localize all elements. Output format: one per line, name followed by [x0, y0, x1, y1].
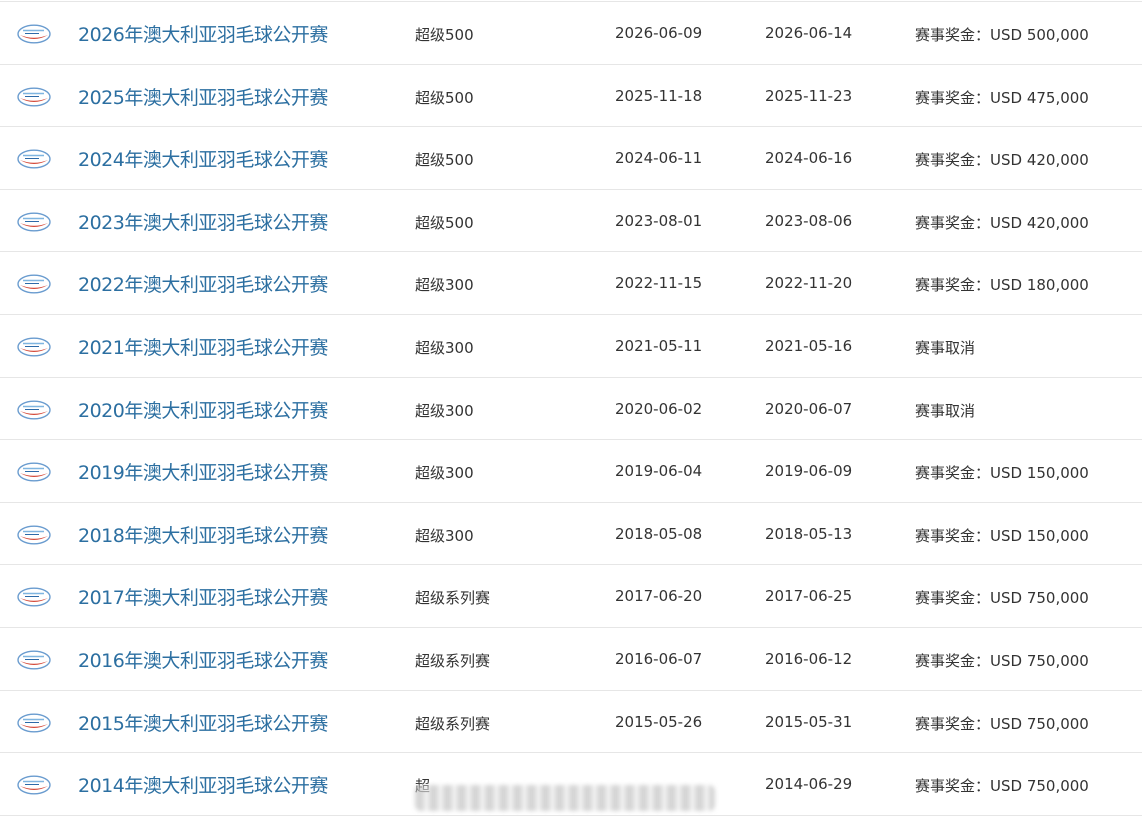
tournament-grade: 超级系列赛 — [415, 651, 491, 670]
tournament-title-link[interactable]: 2014年澳大利亚羽毛球公开赛 — [78, 771, 328, 798]
tournament-title-link[interactable]: 2026年澳大利亚羽毛球公开赛 — [78, 20, 328, 47]
table-row: 2020年澳大利亚羽毛球公开赛 超级300 2020-06-02 2020-06… — [0, 378, 1142, 441]
end-date: 2015-05-31 — [765, 712, 853, 731]
prize-info: 赛事奖金：USD 180,000 — [915, 276, 1089, 295]
tournament-grade: 超级500 — [415, 88, 474, 107]
tournament-grade: 超级系列赛 — [415, 714, 491, 733]
tournament-grade: 超级300 — [415, 464, 474, 483]
tournament-title-link[interactable]: 2021年澳大利亚羽毛球公开赛 — [78, 333, 328, 360]
end-date: 2017-06-25 — [765, 587, 853, 606]
prize-info: 赛事奖金：USD 750,000 — [915, 651, 1089, 670]
end-date: 2019-06-09 — [765, 462, 853, 481]
end-date: 2014-06-29 — [765, 775, 853, 794]
end-date: 2022-11-20 — [765, 274, 853, 293]
prize-info: 赛事奖金：USD 500,000 — [915, 26, 1089, 44]
prize-info: 赛事奖金：USD 750,000 — [915, 589, 1089, 608]
tournament-title-link[interactable]: 2020年澳大利亚羽毛球公开赛 — [78, 396, 328, 423]
start-date: 2025-11-18 — [615, 86, 703, 105]
tournament-logo-icon[interactable] — [17, 337, 51, 357]
tournament-grade: 超级300 — [415, 276, 474, 295]
table-row: 2018年澳大利亚羽毛球公开赛 超级300 2018-05-08 2018-05… — [0, 503, 1142, 566]
end-date: 2020-06-07 — [765, 399, 853, 418]
table-row: 2015年澳大利亚羽毛球公开赛 超级系列赛 2015-05-26 2015-05… — [0, 691, 1142, 754]
end-date: 2016-06-12 — [765, 649, 853, 668]
table-row: 2022年澳大利亚羽毛球公开赛 超级300 2022-11-15 2022-11… — [0, 252, 1142, 315]
prize-info: 赛事奖金：USD 420,000 — [915, 151, 1089, 170]
table-row: 2016年澳大利亚羽毛球公开赛 超级系列赛 2016-06-07 2016-06… — [0, 628, 1142, 691]
prize-info: 赛事奖金：USD 420,000 — [915, 213, 1089, 232]
tournament-logo-icon[interactable] — [17, 462, 51, 482]
start-date: 2016-06-07 — [615, 649, 703, 668]
prize-info: 赛事奖金：USD 750,000 — [915, 777, 1089, 796]
start-date: 2020-06-02 — [615, 399, 703, 418]
end-date: 2018-05-13 — [765, 524, 853, 543]
tournament-title-link[interactable]: 2022年澳大利亚羽毛球公开赛 — [78, 270, 328, 297]
tournament-title-link[interactable]: 2018年澳大利亚羽毛球公开赛 — [78, 521, 328, 548]
start-date: 2024-06-11 — [615, 149, 703, 168]
tournament-logo-icon[interactable] — [17, 274, 51, 294]
tournament-logo-icon[interactable] — [17, 650, 51, 670]
prize-info: 赛事奖金：USD 150,000 — [915, 464, 1089, 483]
prize-info: 赛事取消 — [915, 401, 976, 420]
prize-info: 赛事奖金：USD 475,000 — [915, 88, 1089, 107]
end-date: 2021-05-16 — [765, 336, 853, 355]
tournament-title-link[interactable]: 2024年澳大利亚羽毛球公开赛 — [78, 145, 328, 172]
table-row: 2021年澳大利亚羽毛球公开赛 超级300 2021-05-11 2021-05… — [0, 315, 1142, 378]
tournament-title-link[interactable]: 2023年澳大利亚羽毛球公开赛 — [78, 208, 328, 235]
tournament-grade: 超级300 — [415, 401, 474, 420]
tournament-list: 2026年澳大利亚羽毛球公开赛 超级500 2026-06-09 2026-06… — [0, 1, 1142, 816]
table-row: 2024年澳大利亚羽毛球公开赛 超级500 2024-06-11 2024-06… — [0, 127, 1142, 190]
tournament-title-link[interactable]: 2019年澳大利亚羽毛球公开赛 — [78, 458, 328, 485]
tournament-grade: 超级500 — [415, 26, 474, 44]
tournament-logo-icon[interactable] — [17, 24, 51, 44]
tournament-title-link[interactable]: 2015年澳大利亚羽毛球公开赛 — [78, 709, 328, 736]
tournament-logo-icon[interactable] — [17, 775, 51, 795]
tournament-logo-icon[interactable] — [17, 713, 51, 733]
end-date: 2025-11-23 — [765, 86, 853, 105]
prize-info: 赛事奖金：USD 150,000 — [915, 526, 1089, 545]
prize-info: 赛事取消 — [915, 338, 976, 357]
blurred-watermark-overlay — [415, 785, 715, 811]
tournament-title-link[interactable]: 2016年澳大利亚羽毛球公开赛 — [78, 646, 328, 673]
tournament-grade: 超级300 — [415, 338, 474, 357]
tournament-logo-icon[interactable] — [17, 212, 51, 232]
table-row: 2025年澳大利亚羽毛球公开赛 超级500 2025-11-18 2025-11… — [0, 65, 1142, 128]
end-date: 2024-06-16 — [765, 149, 853, 168]
start-date: 2023-08-01 — [615, 211, 703, 230]
start-date: 2021-05-11 — [615, 336, 703, 355]
tournament-grade: 超级系列赛 — [415, 589, 491, 608]
tournament-logo-icon[interactable] — [17, 525, 51, 545]
table-row: 2023年澳大利亚羽毛球公开赛 超级500 2023-08-01 2023-08… — [0, 190, 1142, 253]
start-date: 2017-06-20 — [615, 587, 703, 606]
end-date: 2023-08-06 — [765, 211, 853, 230]
tournament-logo-icon[interactable] — [17, 400, 51, 420]
start-date: 2019-06-04 — [615, 462, 703, 481]
start-date: 2022-11-15 — [615, 274, 703, 293]
tournament-title-link[interactable]: 2017年澳大利亚羽毛球公开赛 — [78, 583, 328, 610]
tournament-logo-icon[interactable] — [17, 87, 51, 107]
table-row: 2019年澳大利亚羽毛球公开赛 超级300 2019-06-04 2019-06… — [0, 440, 1142, 503]
tournament-title-link[interactable]: 2025年澳大利亚羽毛球公开赛 — [78, 83, 328, 110]
prize-info: 赛事奖金：USD 750,000 — [915, 714, 1089, 733]
tournament-logo-icon[interactable] — [17, 149, 51, 169]
start-date: 2015-05-26 — [615, 712, 703, 731]
start-date: 2018-05-08 — [615, 524, 703, 543]
tournament-grade: 超级500 — [415, 151, 474, 170]
tournament-grade: 超级500 — [415, 213, 474, 232]
tournament-logo-icon[interactable] — [17, 587, 51, 607]
tournament-grade: 超级300 — [415, 526, 474, 545]
start-date: 2026-06-09 — [615, 24, 703, 42]
table-row: 2017年澳大利亚羽毛球公开赛 超级系列赛 2017-06-20 2017-06… — [0, 565, 1142, 628]
table-row: 2026年澳大利亚羽毛球公开赛 超级500 2026-06-09 2026-06… — [0, 2, 1142, 65]
end-date: 2026-06-14 — [765, 24, 853, 42]
